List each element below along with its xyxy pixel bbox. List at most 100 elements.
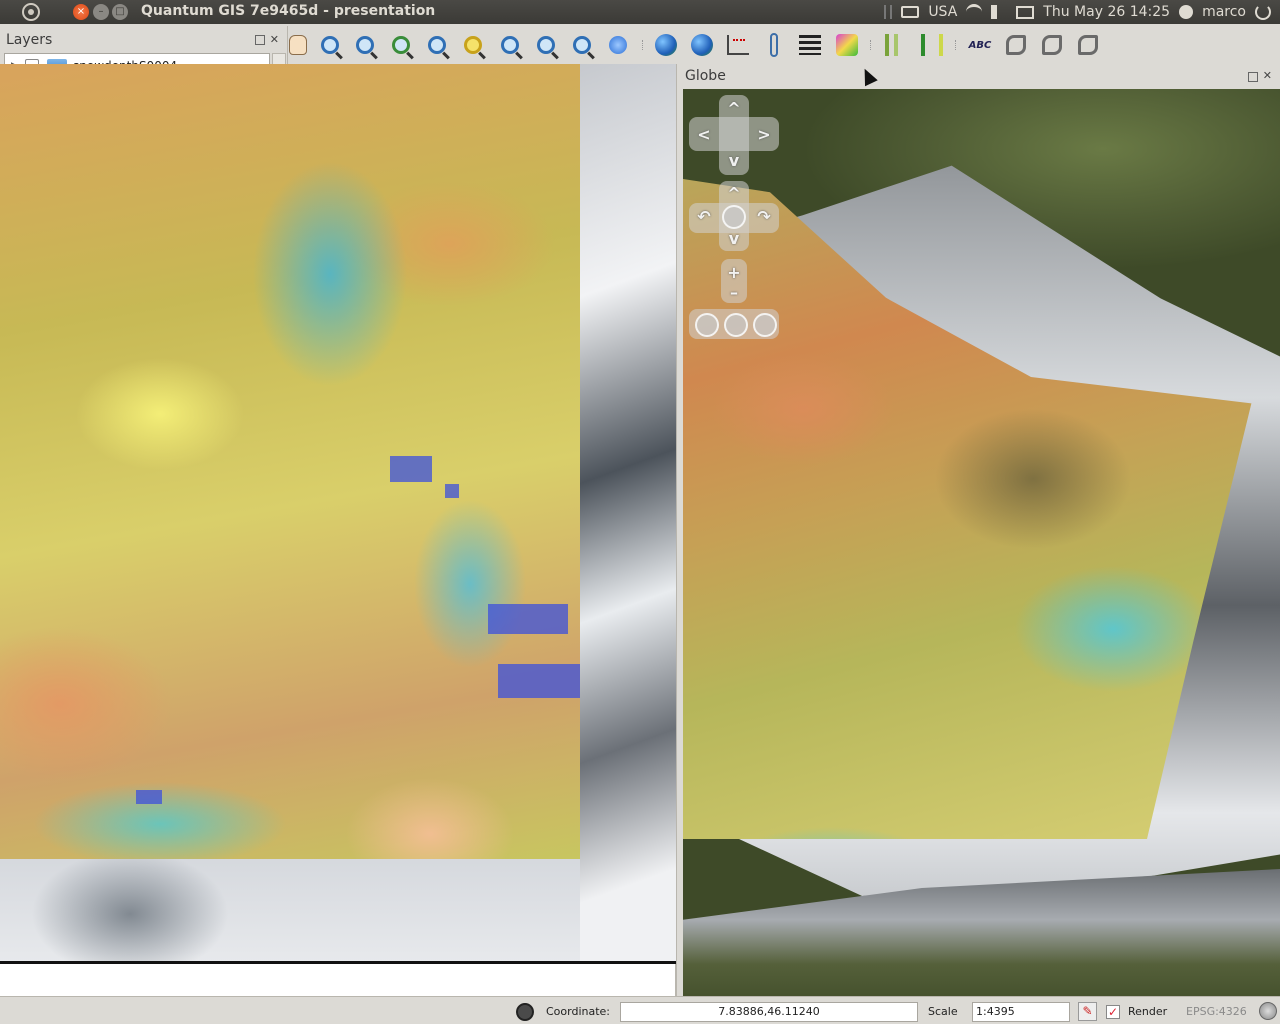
raster-cell xyxy=(488,604,568,634)
label-button[interactable]: ABC xyxy=(966,31,994,59)
profile-icon xyxy=(885,34,907,56)
globe-panel-title: Globe xyxy=(685,68,726,84)
render-label: Render xyxy=(1128,1005,1168,1018)
pan-down-button[interactable]: v xyxy=(723,149,745,171)
keyboard-layout[interactable]: USA xyxy=(928,4,957,20)
pan-up-button[interactable]: ^ xyxy=(723,97,745,119)
mail-icon[interactable] xyxy=(1016,5,1035,19)
zoom-actual-button[interactable] xyxy=(568,31,596,59)
wifi-icon[interactable] xyxy=(966,4,983,20)
tool-a-icon xyxy=(1006,35,1026,55)
plugin-icon xyxy=(836,34,858,56)
coordinate-label: Coordinate: xyxy=(546,1005,611,1018)
zoom-last-icon xyxy=(501,36,519,54)
plugin-button[interactable] xyxy=(833,31,861,59)
pan-hand-icon xyxy=(289,35,307,55)
bluetooth-icon[interactable] xyxy=(884,5,893,19)
tool-b-icon xyxy=(1042,35,1062,55)
layer-stack-icon xyxy=(799,35,821,55)
user-name[interactable]: marco xyxy=(1202,4,1246,20)
zoom-actual-icon xyxy=(573,36,591,54)
zoom-full-icon xyxy=(392,36,410,54)
zoom-out-icon xyxy=(356,36,374,54)
render-checkbox[interactable]: ✓ xyxy=(1106,1005,1120,1019)
histogram-button[interactable] xyxy=(918,31,946,59)
raster-cell xyxy=(390,456,432,482)
tool-b-button[interactable] xyxy=(1038,31,1066,59)
volume-icon[interactable] xyxy=(991,5,1007,19)
keyboard-icon[interactable] xyxy=(901,6,920,18)
home-icon[interactable] xyxy=(695,313,719,337)
tilt-up-button[interactable]: ^ xyxy=(723,182,745,204)
zoom-in-icon xyxy=(321,36,339,54)
tool-c-button[interactable] xyxy=(1074,31,1102,59)
panel-splitter[interactable] xyxy=(676,64,683,996)
zoom-selection-icon xyxy=(428,36,446,54)
raster-cell xyxy=(136,790,162,804)
world-icon xyxy=(691,34,713,56)
coordinate-capture-button[interactable] xyxy=(724,31,752,59)
map-toolbar: ABC xyxy=(288,26,1280,64)
label-icon: ABC xyxy=(968,39,992,51)
profile-button[interactable] xyxy=(882,31,910,59)
globe-zoom-out-button[interactable]: – xyxy=(723,281,745,303)
zoom-layer-button[interactable] xyxy=(459,31,487,59)
globe-button[interactable] xyxy=(652,31,680,59)
scale-label: Scale xyxy=(928,1005,958,1018)
clock[interactable]: Thu May 26 14:25 xyxy=(1043,4,1170,20)
pan-right-button[interactable]: > xyxy=(753,123,775,145)
globe-panel-header: Globe ✕ xyxy=(683,64,1280,89)
panel-close-button[interactable]: ✕ xyxy=(1263,69,1272,82)
valley-terrain xyxy=(683,869,1280,996)
tilt-down-button[interactable]: v xyxy=(723,227,745,249)
pan-left-button[interactable]: < xyxy=(693,123,715,145)
globe-zoom-in-button[interactable]: + xyxy=(723,261,745,283)
window-maximize-button[interactable]: □ xyxy=(112,4,128,20)
map-canvas[interactable] xyxy=(0,64,676,962)
zoom-selection-button[interactable] xyxy=(423,31,451,59)
power-icon[interactable] xyxy=(1255,4,1271,20)
window-title-bar: × – □ Quantum GIS 7e9465d - presentation… xyxy=(0,0,1280,24)
zoom-full-button[interactable] xyxy=(387,31,415,59)
georeferencer-icon xyxy=(770,33,778,57)
refresh-icon xyxy=(609,36,627,54)
crs-label[interactable]: EPSG:4326 xyxy=(1186,1005,1247,1018)
sync-extent-icon[interactable] xyxy=(724,313,748,337)
rotate-right-button[interactable]: ↷ xyxy=(753,205,775,227)
tool-c-icon xyxy=(1078,35,1098,55)
window-close-button[interactable]: × xyxy=(73,4,89,20)
scale-combobox[interactable]: 1:4395 xyxy=(972,1002,1070,1022)
layer-stack-button[interactable] xyxy=(796,31,824,59)
panel-float-button[interactable] xyxy=(255,35,265,45)
zoom-out-button[interactable] xyxy=(351,31,379,59)
zoom-last-button[interactable] xyxy=(496,31,524,59)
globe-3d-view[interactable]: ^ < > v ^ ↶ ↷ v + – xyxy=(683,89,1280,996)
snow-basemap xyxy=(580,64,676,962)
refresh-button[interactable] xyxy=(604,31,632,59)
tool-a-button[interactable] xyxy=(1002,31,1030,59)
refresh-globe-icon[interactable] xyxy=(753,313,777,337)
raster-cell xyxy=(498,664,580,698)
zoom-in-button[interactable] xyxy=(316,31,344,59)
world-button[interactable] xyxy=(688,31,716,59)
panel-close-button[interactable]: ✕ xyxy=(270,33,279,46)
zoom-next-icon xyxy=(537,36,555,54)
rotate-left-button[interactable]: ↶ xyxy=(693,205,715,227)
pan-button[interactable] xyxy=(284,31,312,59)
zoom-next-button[interactable] xyxy=(532,31,560,59)
stop-render-icon[interactable]: ✎ xyxy=(1078,1002,1097,1021)
raster-cell xyxy=(445,484,459,498)
coordinate-field[interactable]: 7.83886,46.11240 xyxy=(620,1002,918,1022)
window-minimize-button[interactable]: – xyxy=(93,4,109,20)
projection-icon[interactable] xyxy=(1259,1002,1277,1020)
message-log-icon[interactable] xyxy=(516,1003,534,1021)
panel-float-button[interactable] xyxy=(1248,72,1258,82)
temperature-raster-overlay xyxy=(0,64,580,859)
histogram-icon xyxy=(921,34,943,56)
status-bar: Coordinate: 7.83886,46.11240 Scale 1:439… xyxy=(0,996,1280,1024)
system-tray: USA Thu May 26 14:25 x marco xyxy=(884,0,1280,24)
reset-rotation-button[interactable] xyxy=(722,205,746,229)
georeferencer-button[interactable] xyxy=(760,31,788,59)
user-icon: x xyxy=(1179,5,1194,19)
ubuntu-logo-icon[interactable] xyxy=(22,3,40,21)
